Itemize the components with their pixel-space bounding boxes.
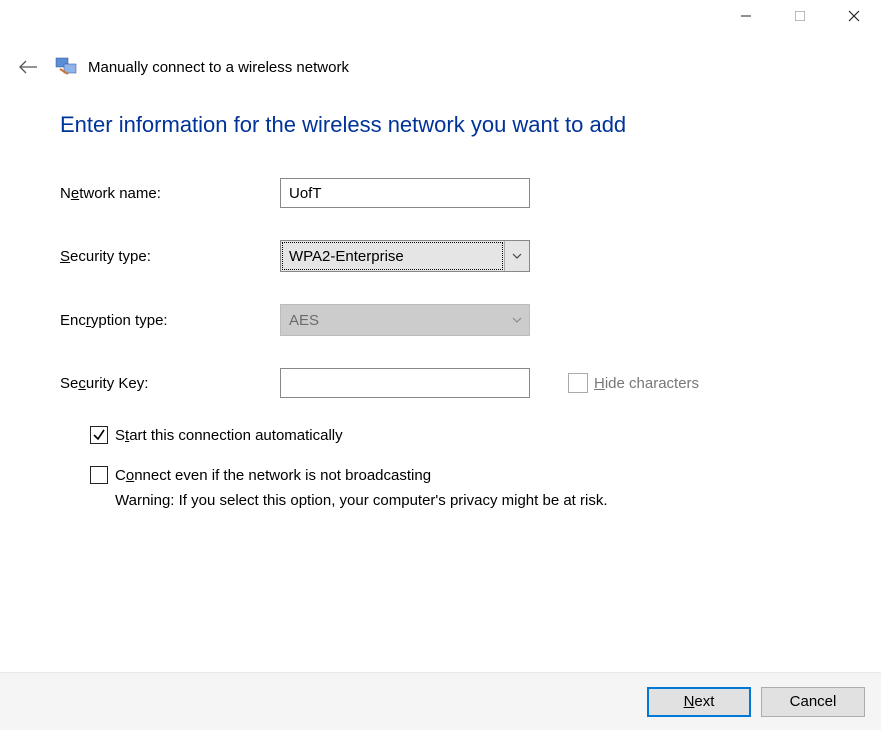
security-key-input[interactable] (280, 368, 530, 398)
encryption-type-label: Encryption type: (60, 312, 280, 329)
security-type-cell: WPA2-Enterprise (280, 240, 540, 272)
next-button[interactable]: Next (647, 687, 751, 717)
chevron-down-icon (504, 241, 529, 271)
close-button[interactable] (827, 0, 881, 32)
encryption-type-cell: AES (280, 304, 540, 336)
back-button[interactable] (14, 58, 42, 76)
broadcast-warning: Warning: If you select this option, your… (115, 492, 851, 509)
auto-start-row[interactable]: Start this connection automatically (90, 426, 851, 444)
security-key-label: Security Key: (60, 375, 280, 392)
form-grid: Network name: Security type: WPA2-Enterp… (60, 178, 851, 398)
network-name-cell (280, 178, 540, 208)
security-type-label: Security type: (60, 248, 280, 265)
network-name-label: Network name: (60, 185, 280, 202)
cancel-button[interactable]: Cancel (761, 687, 865, 717)
network-name-input[interactable] (280, 178, 530, 208)
window-title: Manually connect to a wireless network (88, 59, 349, 76)
hide-characters-label: Hide characters (594, 375, 699, 392)
minimize-button[interactable] (719, 0, 773, 32)
hide-characters-group: Hide characters (540, 373, 851, 393)
titlebar (0, 0, 881, 36)
footer: Next Cancel (0, 672, 881, 730)
header: Manually connect to a wireless network (0, 36, 881, 84)
connect-broadcast-checkbox[interactable] (90, 466, 108, 484)
auto-start-label: Start this connection automatically (115, 427, 343, 444)
network-icon (54, 56, 80, 78)
chevron-down-icon (505, 305, 529, 335)
maximize-button[interactable] (773, 0, 827, 32)
content-area: Enter information for the wireless netwo… (0, 84, 881, 509)
encryption-type-value: AES (281, 305, 505, 335)
encryption-type-select: AES (280, 304, 530, 336)
security-key-cell (280, 368, 540, 398)
connect-broadcast-row[interactable]: Connect even if the network is not broad… (90, 466, 851, 484)
hide-characters-checkbox (568, 373, 588, 393)
auto-start-checkbox[interactable] (90, 426, 108, 444)
security-type-value: WPA2-Enterprise (282, 242, 503, 270)
page-heading: Enter information for the wireless netwo… (60, 112, 851, 138)
security-type-select[interactable]: WPA2-Enterprise (280, 240, 530, 272)
connect-broadcast-label: Connect even if the network is not broad… (115, 467, 431, 484)
